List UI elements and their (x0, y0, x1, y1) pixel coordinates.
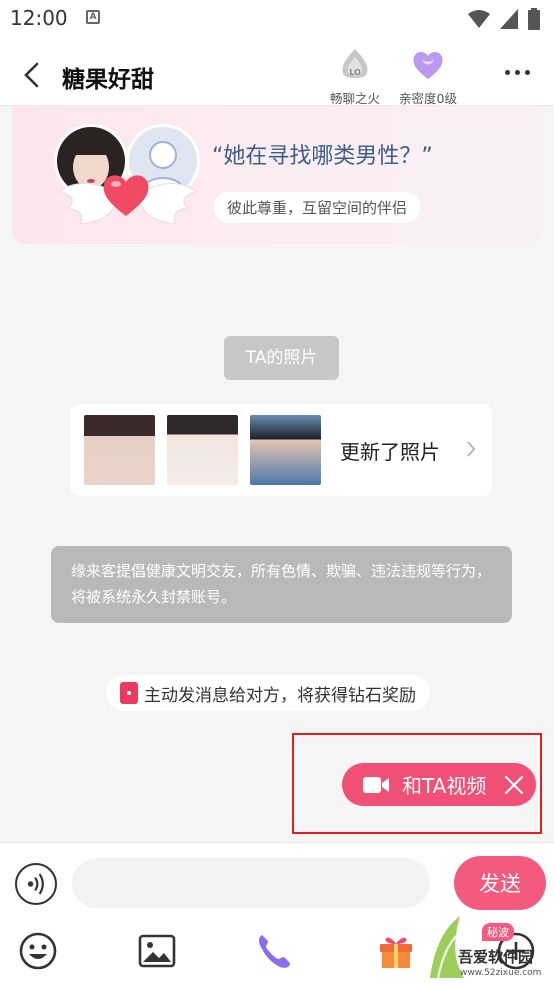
preference-question: “她在寻找哪类男性？” (212, 144, 433, 169)
watermark-title: 吾爱软件园 (458, 948, 534, 966)
gift-icon[interactable] (376, 931, 416, 971)
more-dot (515, 70, 520, 75)
status-indicators (468, 8, 540, 30)
video-call-button[interactable]: 和TA视频 (342, 763, 536, 806)
intimacy-badge[interactable]: 亲密度0级 (393, 48, 463, 107)
fire-level-text: LO (349, 68, 361, 77)
fire-badge-label: 畅聊之火 (329, 91, 380, 106)
watermark-url: www.52zixue.com (460, 968, 542, 978)
match-preference-card: “她在寻找哪类男性？” 彼此尊重，互留空间的伴侣 (12, 106, 542, 244)
phone-icon[interactable] (254, 931, 294, 971)
status-time: 12:00 (10, 6, 68, 30)
heart-icon (103, 175, 149, 216)
red-envelope-icon (120, 682, 138, 704)
more-dot (525, 70, 530, 75)
intimacy-badge-label: 亲密度0级 (399, 91, 457, 106)
more-options-icon[interactable] (505, 70, 530, 75)
photos-section-label: TA的照片 (224, 336, 339, 380)
fire-level-badge[interactable]: LO 畅聊之火 (320, 48, 390, 107)
photo-update-text: 更新了照片 (340, 440, 440, 464)
photo-update-card[interactable]: 更新了照片 (70, 404, 492, 496)
photo-thumbnail[interactable] (167, 415, 238, 485)
system-notice: 缘来客提倡健康文明交友，所有色情、欺骗、违法违规等行为，将被系统永久封禁账号。 (51, 546, 512, 623)
reward-tip: 主动发消息给对方，将获得钻石奖励 (106, 675, 430, 711)
back-arrow-icon[interactable] (18, 60, 48, 90)
heart-intimacy-icon (413, 51, 443, 79)
more-dot (505, 70, 510, 75)
video-call-label: 和TA视频 (402, 774, 487, 798)
photo-thumbnail[interactable] (250, 415, 321, 485)
nav-bar: 糖果好甜 LO 畅聊之火 亲密度0级 (0, 38, 554, 106)
preference-tag: 彼此尊重，互留空间的伴侣 (214, 192, 421, 223)
signal-icon (500, 9, 518, 29)
close-icon[interactable] (504, 775, 524, 795)
reward-tip-text: 主动发消息给对方，将获得钻石奖励 (144, 685, 416, 706)
photo-thumbnail[interactable] (84, 415, 155, 485)
fire-level-icon: LO (342, 49, 368, 79)
chat-title: 糖果好甜 (62, 67, 154, 93)
voice-input-icon[interactable] (15, 863, 57, 905)
notification-icon: A (86, 10, 100, 24)
send-button[interactable]: 发送 (454, 856, 546, 910)
image-icon[interactable] (137, 931, 177, 971)
wifi-icon (468, 10, 490, 28)
message-input[interactable] (72, 858, 430, 908)
emoji-icon[interactable] (18, 931, 58, 971)
status-bar: 12:00 A (0, 0, 554, 38)
video-camera-icon (363, 776, 389, 793)
chevron-right-icon (467, 441, 476, 457)
battery-icon (528, 8, 540, 30)
